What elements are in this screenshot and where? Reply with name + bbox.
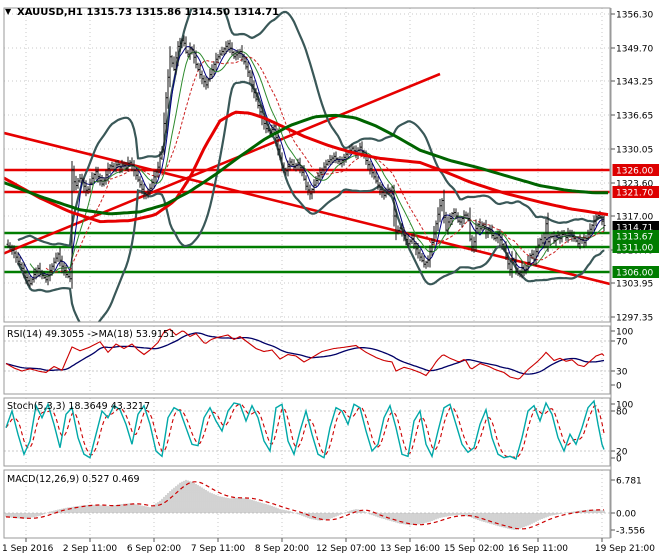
time-axis-label: 13 Sep 16:00 [380, 544, 440, 554]
rsi-axis-label: 100 [616, 328, 633, 338]
price-axis-label: 1330.05 [616, 146, 653, 156]
rsi-indicator-label: RSI(14) 49.3055 ->MA(18) 53.9151 [7, 329, 175, 340]
price-axis-label: 1349.70 [616, 45, 653, 55]
price-axis-label: 1336.65 [616, 112, 653, 122]
time-axis-label: 1 Sep 2016 [2, 544, 54, 554]
macd-axis-label: 0.00 [616, 510, 636, 520]
price-badge-label: 1326.00 [616, 167, 653, 177]
price-badge-label: 1321.70 [616, 189, 653, 199]
rsi-axis-label: 70 [616, 338, 628, 348]
time-axis-label: 15 Sep 02:00 [444, 544, 504, 554]
time-axis-label: 6 Sep 02:00 [127, 544, 182, 554]
price-axis-label: 1303.95 [616, 280, 653, 290]
macd-axis-label: 6.781 [616, 477, 642, 487]
macd-axis-label: -3.556 [616, 527, 645, 537]
price-badge-label: 1311.00 [616, 244, 653, 254]
time-axis-label: 2 Sep 11:00 [63, 544, 118, 554]
time-axis-label: 19 Sep 21:00 [595, 544, 655, 554]
price-axis-label: 1356.30 [616, 11, 653, 21]
price-axis-label: 1297.35 [616, 314, 653, 324]
trading-chart-window: 1356.301349.701343.251336.651330.051323.… [0, 0, 660, 560]
time-axis-label: 8 Sep 20:00 [255, 544, 310, 554]
price-axis-label: 1343.25 [616, 78, 653, 88]
stoch-axis-label: 0 [616, 455, 622, 465]
chart-title: XAUUSD,H1 1315.73 1315.86 1314.50 1314.7… [17, 7, 279, 18]
collapse-arrow-icon[interactable]: ▼ [5, 7, 12, 16]
rsi-axis-label: 30 [616, 368, 628, 378]
stoch-axis-label: 80 [616, 408, 628, 418]
rsi-axis-label: 0 [616, 382, 622, 392]
time-axis-label: 7 Sep 11:00 [191, 544, 246, 554]
macd-indicator-label: MACD(12,26,9) 0.527 0.469 [7, 474, 140, 485]
time-axis-label: 16 Sep 11:00 [508, 544, 568, 554]
price-badge-label: 1306.00 [616, 269, 653, 279]
stoch-indicator-label: Stoch(5,3,3) 18.3649 43.3217 [7, 401, 150, 412]
time-axis-label: 12 Sep 07:00 [316, 544, 376, 554]
